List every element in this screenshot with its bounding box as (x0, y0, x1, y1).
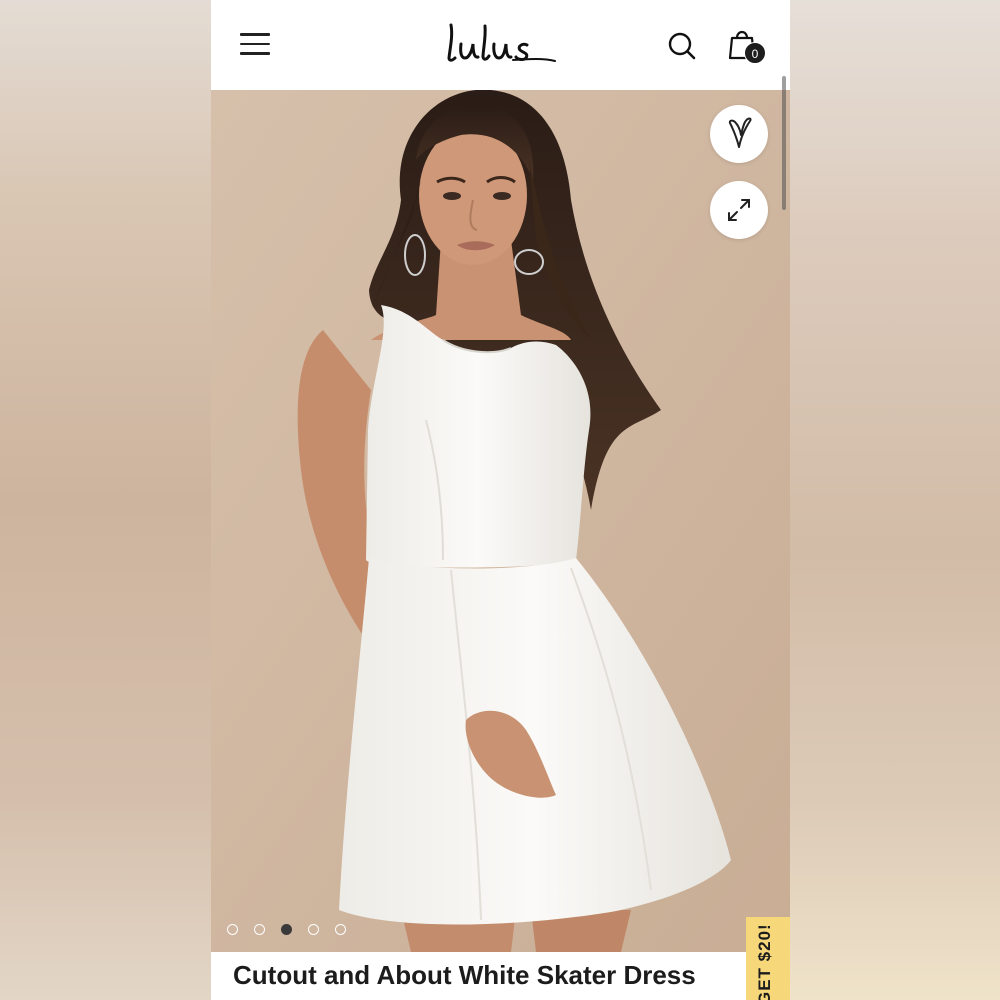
mobile-screen: 0 Cutout and About White Skater Dress GE… (211, 0, 790, 1000)
product-title-bar: Cutout and About White Skater Dress (211, 952, 790, 1000)
heart-icon (728, 117, 752, 148)
product-image-carousel[interactable] (211, 90, 790, 952)
hamburger-menu-icon (240, 33, 270, 36)
carousel-dot-4[interactable] (308, 924, 319, 935)
carousel-dot-5[interactable] (335, 924, 346, 935)
carousel-dot-3[interactable] (281, 924, 292, 935)
scrollbar[interactable] (782, 76, 786, 210)
promo-text: GET $20! (755, 923, 774, 1000)
carousel-dot-2[interactable] (254, 924, 265, 935)
product-title: Cutout and About White Skater Dress (233, 960, 696, 990)
site-header: 0 (211, 0, 790, 90)
cart-count-badge: 0 (744, 42, 766, 64)
menu-button[interactable] (240, 33, 270, 59)
carousel-dot-1[interactable] (227, 924, 238, 935)
blurred-background-left (0, 0, 211, 1000)
promo-tab[interactable]: GET $20! (746, 917, 790, 1000)
search-icon[interactable] (667, 31, 697, 61)
product-photo (211, 90, 790, 952)
lulus-logo[interactable] (443, 18, 559, 68)
expand-icon (728, 199, 750, 221)
zoom-button[interactable] (710, 181, 768, 239)
blurred-background-right (790, 0, 1000, 1000)
favorite-button[interactable] (710, 105, 768, 163)
